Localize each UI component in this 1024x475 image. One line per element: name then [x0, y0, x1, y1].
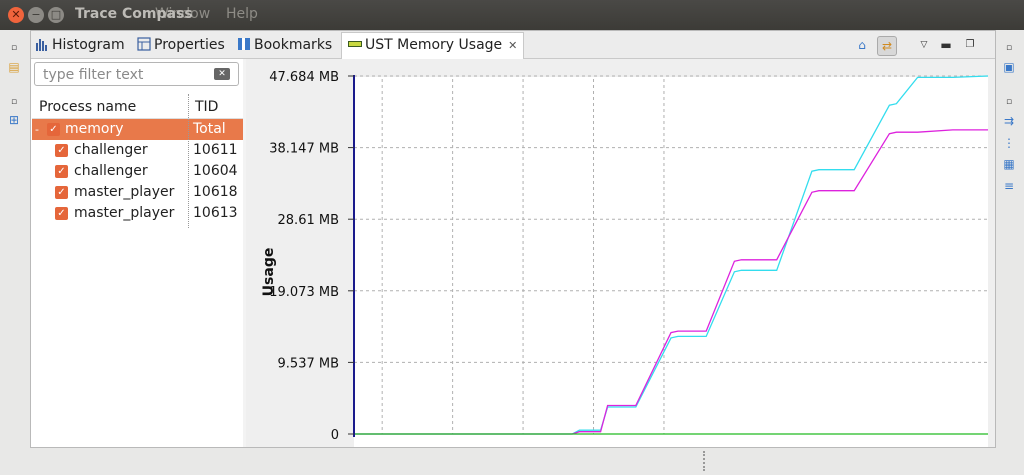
checkbox-checked-icon[interactable]: ✓	[55, 165, 68, 178]
process-name: master_player	[74, 205, 175, 221]
view-menu-icon[interactable]: ▽	[915, 36, 933, 54]
menu-help[interactable]: Help	[226, 6, 258, 22]
checkbox-checked-icon[interactable]: ✓	[47, 123, 60, 136]
bookmarks-icon	[237, 36, 251, 50]
statistics-view-icon[interactable]: ⇉	[1002, 114, 1016, 128]
filter-input[interactable]	[41, 66, 205, 84]
restore-icon[interactable]: ▫	[1002, 95, 1016, 109]
process-name: master_player	[74, 184, 175, 200]
tree-header: Process name TID	[32, 94, 243, 119]
clear-filter-icon[interactable]: ✕	[214, 68, 230, 80]
left-trim-bar: ▫ ▤ ▫ ⊞	[0, 30, 28, 475]
project-explorer-icon[interactable]: ▤	[7, 60, 21, 74]
tree-row[interactable]: ✓ master_player 10613	[32, 203, 243, 224]
tree-row[interactable]: ✓ challenger 10611	[32, 140, 243, 161]
tab-bookmarks[interactable]: Bookmarks	[237, 34, 332, 56]
tab-label: Histogram	[52, 37, 125, 53]
tree-row[interactable]: ✓ challenger 10604	[32, 161, 243, 182]
list-view-icon[interactable]: ≡	[1002, 179, 1016, 193]
process-tid: 10611	[193, 142, 238, 158]
tab-label: Bookmarks	[254, 37, 333, 53]
sync-icon[interactable]: ⇄	[877, 36, 897, 56]
tree-row[interactable]: - ✓ memory Total	[32, 119, 243, 140]
table-view-icon[interactable]: ▦	[1002, 157, 1016, 171]
histogram-icon	[35, 36, 49, 51]
expand-icon[interactable]: -	[35, 119, 39, 140]
process-tree: Process name TID - ✓ memory Total ✓ chal…	[32, 94, 243, 224]
column-header-process-name[interactable]: Process name	[39, 99, 136, 115]
process-tid: Total	[193, 121, 226, 137]
restore-icon[interactable]: ▫	[7, 95, 21, 109]
checkbox-checked-icon[interactable]: ✓	[55, 186, 68, 199]
tree-view-icon[interactable]: ⋮	[1002, 136, 1016, 150]
tab-ust-memory-usage[interactable]: UST Memory Usage ✕	[341, 32, 525, 59]
restore-icon[interactable]: ▫	[7, 41, 21, 55]
properties-icon	[137, 36, 151, 51]
home-icon[interactable]: ⌂	[853, 36, 871, 54]
tab-histogram[interactable]: Histogram	[35, 34, 125, 56]
title-bar: ✕ − □ Window Help Trace Compass	[0, 0, 1024, 30]
memory-usage-icon	[348, 35, 362, 49]
tab-label: Properties	[154, 37, 225, 53]
memory-usage-chart: 0 9.537 MB 19.073 MB 28.61 MB 38.147 MB 47.68…	[246, 59, 995, 475]
outline-view-icon[interactable]: ▣	[1002, 60, 1016, 74]
y-tick-label: 47.684 MB	[269, 70, 339, 85]
restore-icon[interactable]: ▫	[1002, 41, 1016, 55]
tab-properties[interactable]: Properties	[137, 34, 225, 56]
filter-box: ✕	[34, 62, 239, 86]
tree-row[interactable]: ✓ master_player 10618	[32, 182, 243, 203]
process-tid: 10604	[193, 163, 238, 179]
restore-view-icon[interactable]: ❐	[961, 36, 979, 54]
process-name: memory	[65, 121, 124, 137]
checkbox-checked-icon[interactable]: ✓	[55, 207, 68, 220]
process-tid: 10618	[193, 184, 238, 200]
process-name: challenger	[74, 163, 148, 179]
tab-bar: Histogram Properties Bookmarks UST Memor…	[31, 31, 995, 59]
y-axis-label: Usage	[261, 248, 277, 297]
checkbox-checked-icon[interactable]: ✓	[55, 144, 68, 157]
column-header-tid[interactable]: TID	[195, 99, 218, 115]
view-panel: Histogram Properties Bookmarks UST Memor…	[30, 30, 996, 475]
y-tick-label: 28.61 MB	[278, 213, 339, 228]
right-trim-bar: ▫ ▣ ▫ ⇉ ⋮ ▦ ≡	[996, 30, 1024, 475]
chart-svg[interactable]: 0 9.537 MB 19.073 MB 28.61 MB 38.147 MB 47.68…	[246, 59, 995, 475]
control-view-icon[interactable]: ⊞	[7, 113, 21, 127]
minimize-view-icon[interactable]: ▬	[937, 36, 955, 54]
minimize-window-button[interactable]: −	[28, 7, 44, 23]
process-tid: 10613	[193, 205, 238, 221]
tab-label: UST Memory Usage	[365, 37, 503, 53]
column-divider	[188, 94, 189, 228]
process-name: challenger	[74, 142, 148, 158]
y-tick-label: 19.073 MB	[269, 285, 339, 300]
close-window-button[interactable]: ✕	[8, 7, 24, 23]
y-tick-label: 9.537 MB	[278, 356, 339, 371]
close-tab-icon[interactable]: ✕	[508, 39, 517, 52]
y-tick-label: 38.147 MB	[269, 142, 339, 157]
y-tick-label: 0	[331, 428, 339, 443]
maximize-window-button[interactable]: □	[48, 7, 64, 23]
app-title: Trace Compass	[75, 6, 193, 22]
bottom-sash[interactable]	[703, 451, 707, 471]
